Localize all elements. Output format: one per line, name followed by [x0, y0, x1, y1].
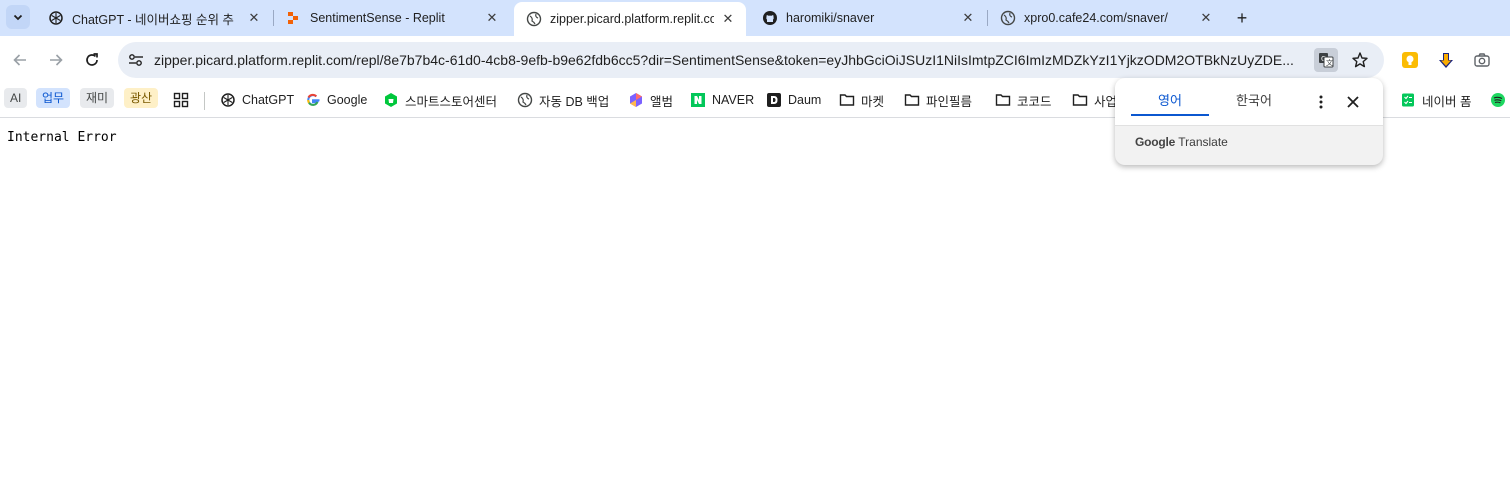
- folder-icon: [904, 92, 920, 108]
- back-button[interactable]: [6, 46, 34, 74]
- bookmark-label: NAVER: [712, 93, 755, 107]
- more-options-icon[interactable]: [1311, 92, 1331, 112]
- bookmark-label: 네이버 폼: [1422, 94, 1472, 109]
- plus-icon: +: [1236, 7, 1248, 28]
- apps-grid-icon: [173, 92, 189, 108]
- bookmark-label: ChatGPT: [242, 93, 295, 107]
- apps-button[interactable]: [173, 88, 189, 112]
- camera-extension-icon[interactable]: [1472, 50, 1492, 70]
- tab-strip: ChatGPT - 네이버쇼핑 순위 추 ✕ SentimentSense - …: [0, 0, 1510, 36]
- folder-icon: [1072, 92, 1088, 108]
- globe-icon: [1000, 10, 1016, 26]
- tab-title: SentimentSense - Replit: [310, 11, 445, 25]
- tab-group-chip-fun[interactable]: 재미: [80, 88, 115, 108]
- bookmark-label: 스마트스토어센터: [405, 94, 498, 109]
- close-icon[interactable]: ✕: [484, 10, 500, 26]
- bookmark-album[interactable]: 앨범: [628, 88, 673, 112]
- page-content: Internal Error: [0, 119, 1510, 490]
- tab-search-button[interactable]: [6, 5, 30, 29]
- github-icon: [762, 10, 778, 26]
- tab-title: ChatGPT - 네이버쇼핑 순위 추: [72, 12, 234, 27]
- tab-title: xpro0.cafe24.com/snaver/: [1024, 11, 1168, 25]
- source-language-tab[interactable]: 영어: [1131, 90, 1209, 116]
- bookmark-google[interactable]: Google: [305, 88, 367, 112]
- bookmark-label: Google: [327, 93, 368, 107]
- globe-icon: [517, 92, 533, 108]
- bookmark-chatgpt[interactable]: ChatGPT: [220, 88, 294, 112]
- bookmark-label: 파인필름: [926, 94, 973, 109]
- google-translate-branding: Google Translate: [1135, 135, 1228, 149]
- translate-popup-header: 영어 한국어: [1115, 78, 1383, 126]
- bookmark-naver-form[interactable]: 네이버 폼: [1400, 88, 1471, 112]
- bookmark-label: 마켓: [861, 94, 885, 109]
- reload-button[interactable]: [78, 46, 106, 74]
- new-tab-button[interactable]: +: [1230, 6, 1254, 30]
- bookmark-db-backup[interactable]: 자동 DB 백업: [517, 88, 609, 112]
- target-language-tab[interactable]: 한국어: [1215, 90, 1293, 116]
- translate-page-icon[interactable]: G文: [1314, 48, 1338, 72]
- site-settings-icon[interactable]: [126, 50, 146, 70]
- naver-form-icon: [1400, 92, 1416, 108]
- address-bar[interactable]: zipper.picard.platform.replit.com/repl/8…: [118, 42, 1384, 78]
- svg-text:文: 文: [1326, 58, 1333, 67]
- bookmark-label: 자동 DB 백업: [539, 94, 610, 109]
- chatgpt-icon: [220, 92, 236, 108]
- bookmark-folder-finefilm[interactable]: 파인필름: [904, 88, 972, 112]
- close-icon[interactable]: [1343, 92, 1363, 112]
- close-icon[interactable]: ✕: [720, 11, 736, 27]
- bookmark-label: 사업: [1094, 94, 1118, 109]
- bookmarks-divider: [204, 92, 205, 110]
- bookmark-star-icon[interactable]: [1350, 50, 1370, 70]
- tab-github[interactable]: haromiki/snaver ✕: [750, 4, 986, 32]
- globe-icon: [526, 11, 542, 27]
- spotify-icon: [1490, 92, 1506, 108]
- tab-cafe24[interactable]: xpro0.cafe24.com/snaver/ ✕: [988, 4, 1224, 32]
- download-extension-icon[interactable]: [1436, 50, 1456, 70]
- navigation-toolbar: zipper.picard.platform.replit.com/repl/8…: [0, 36, 1510, 84]
- translate-popup: 영어 한국어 Google Translate: [1115, 78, 1383, 165]
- tab-chatgpt[interactable]: ChatGPT - 네이버쇼핑 순위 추 ✕: [36, 4, 272, 32]
- naver-icon: [690, 92, 706, 108]
- google-wordmark: Google: [1135, 135, 1176, 149]
- arrow-right-icon: [50, 54, 63, 66]
- error-message: Internal Error: [7, 130, 117, 145]
- tab-title: zipper.picard.platform.replit.co: [550, 12, 714, 26]
- bookmark-smartstore[interactable]: 스마트스토어센터: [383, 88, 497, 112]
- folder-icon: [995, 92, 1011, 108]
- forward-button[interactable]: [42, 46, 70, 74]
- tab-group-chip-work[interactable]: 업무: [36, 88, 71, 108]
- google-icon: [305, 92, 321, 108]
- replit-icon: [286, 10, 302, 26]
- folder-icon: [839, 92, 855, 108]
- reload-icon: [86, 53, 98, 66]
- tab-zipper-active[interactable]: zipper.picard.platform.replit.co ✕: [514, 2, 746, 36]
- album-icon: [628, 92, 644, 108]
- daum-icon: [766, 92, 782, 108]
- bookmark-folder-market[interactable]: 마켓: [839, 88, 884, 112]
- chatgpt-icon: [48, 10, 64, 26]
- chevron-down-icon: [13, 14, 23, 21]
- close-icon[interactable]: ✕: [246, 10, 262, 26]
- tab-replit[interactable]: SentimentSense - Replit ✕: [274, 4, 510, 32]
- close-icon[interactable]: ✕: [960, 10, 976, 26]
- bookmark-label: Daum: [788, 93, 822, 107]
- bookmark-daum[interactable]: Daum: [766, 88, 821, 112]
- tab-group-chip-mine[interactable]: 광산: [124, 88, 159, 108]
- arrow-left-icon: [13, 54, 26, 66]
- bookmark-folder-business[interactable]: 사업: [1072, 88, 1117, 112]
- tab-group-chip-ai[interactable]: AI: [4, 88, 28, 108]
- tab-title: haromiki/snaver: [786, 11, 875, 25]
- bookmark-spotify[interactable]: [1490, 88, 1510, 112]
- bookmark-label: 코코드: [1017, 94, 1052, 109]
- bookmark-folder-cocode[interactable]: 코코드: [995, 88, 1052, 112]
- keep-extension-icon[interactable]: [1400, 50, 1420, 70]
- bookmark-naver[interactable]: NAVER: [690, 88, 754, 112]
- bookmark-label: 앨범: [650, 94, 674, 109]
- translate-wordmark: Translate: [1178, 135, 1228, 149]
- close-icon[interactable]: ✕: [1198, 10, 1214, 26]
- url-text[interactable]: zipper.picard.platform.replit.com/repl/8…: [154, 42, 1304, 78]
- smartstore-icon: [383, 92, 399, 108]
